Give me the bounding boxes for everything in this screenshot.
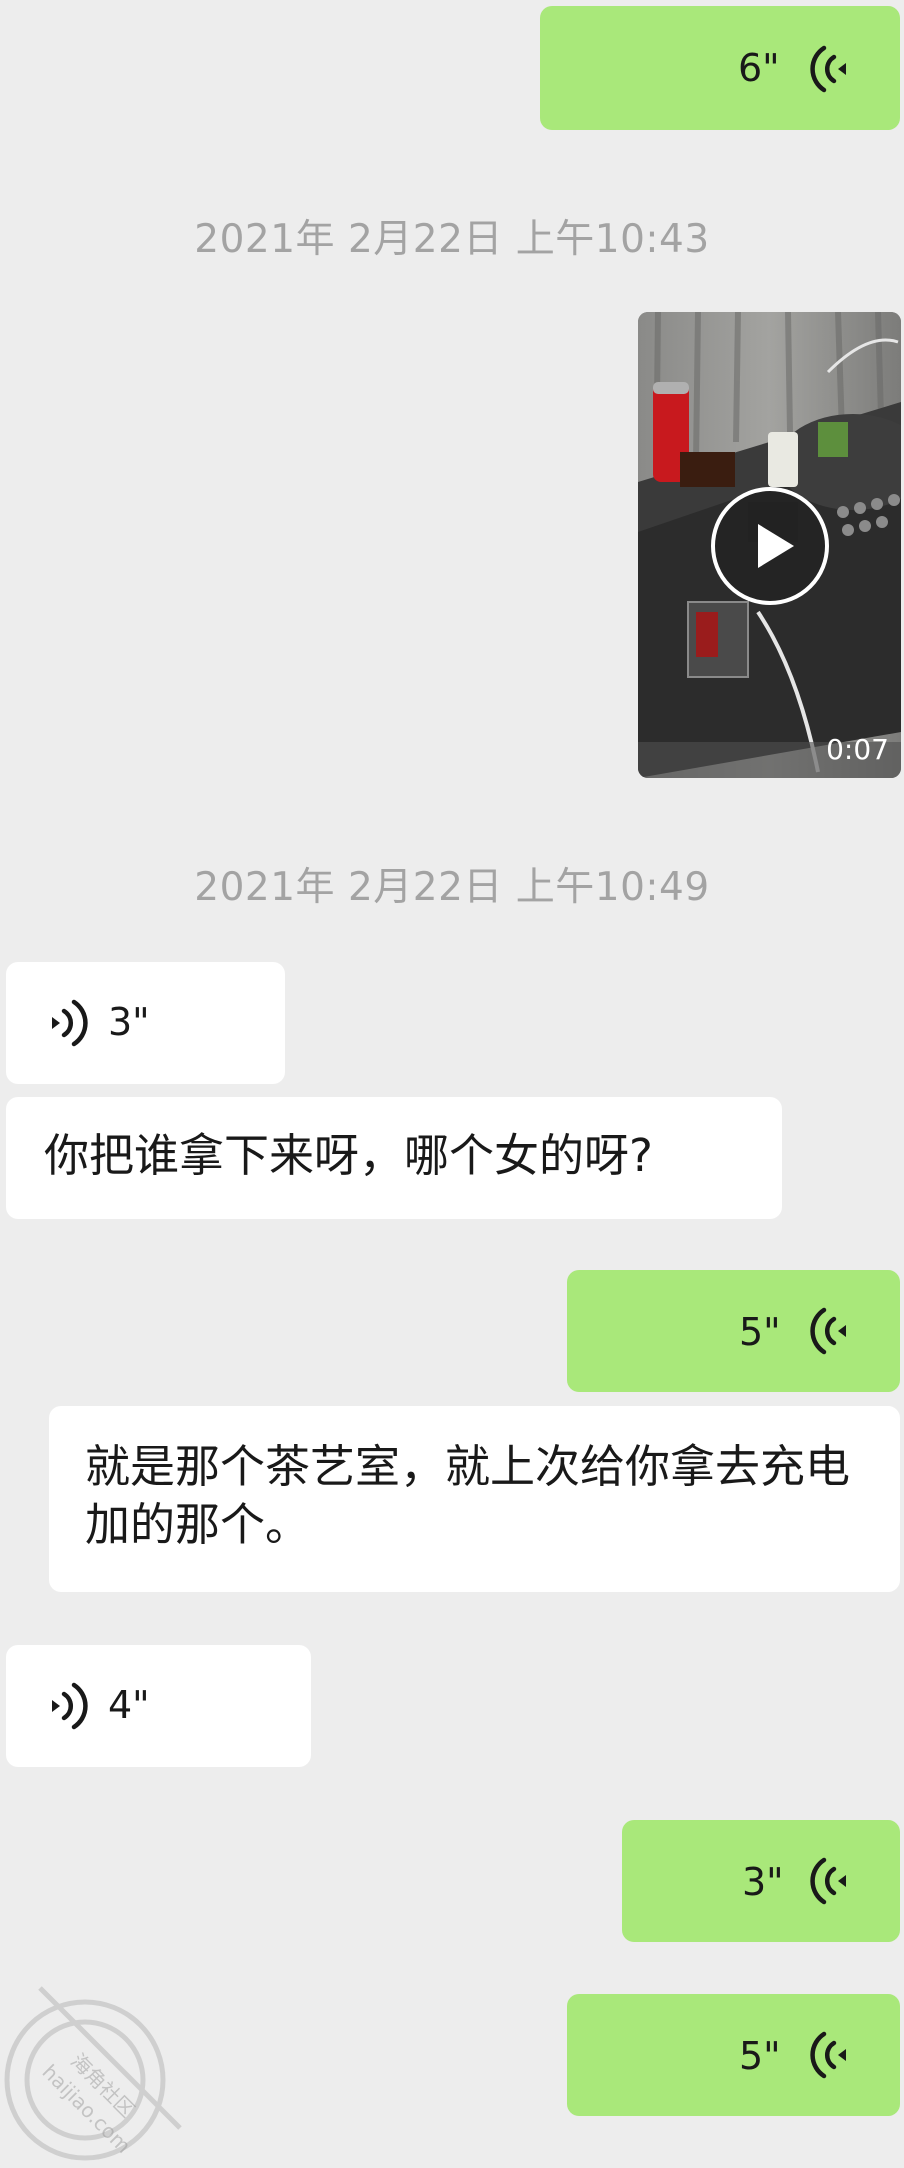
voice-message-out[interactable]: 5": [567, 1270, 900, 1392]
voice-wave-icon: [810, 1857, 846, 1905]
voice-duration: 3": [742, 1860, 784, 1904]
watermark-logo: 海角社区 haijiao.com: [4, 1986, 182, 2161]
voice-message-in[interactable]: 4": [6, 1645, 311, 1767]
text-message-in[interactable]: 就是那个茶艺室，就上次给你拿去充电加的那个。: [49, 1406, 900, 1592]
voice-wave-icon: [810, 2031, 846, 2079]
timestamp: 2021年 2月22日 上午10:43: [194, 217, 710, 262]
voice-duration: 4": [108, 1683, 150, 1727]
play-icon[interactable]: [708, 484, 832, 608]
voice-wave-icon: [810, 1307, 846, 1355]
text-message-in[interactable]: 你把谁拿下来呀，哪个女的呀?: [6, 1097, 782, 1219]
voice-message-in[interactable]: 3": [6, 962, 285, 1084]
voice-duration: 5": [739, 2034, 781, 2078]
message-text: 就是那个茶艺室，就上次给你拿去充电加的那个。: [85, 1440, 851, 1551]
voice-message-out[interactable]: 6": [540, 6, 900, 130]
message-text: 你把谁拿下来呀，哪个女的呀?: [44, 1129, 653, 1182]
voice-duration: 5": [739, 1310, 781, 1354]
voice-duration: 6": [738, 46, 780, 90]
voice-wave-icon: [810, 45, 846, 93]
voice-message-out[interactable]: 5": [567, 1994, 900, 2116]
voice-wave-icon: [52, 999, 88, 1047]
timestamp: 2021年 2月22日 上午10:49: [194, 865, 710, 910]
voice-message-out[interactable]: 3": [622, 1820, 900, 1942]
video-duration: 0:07: [826, 733, 889, 766]
video-message[interactable]: 0:07: [638, 312, 901, 778]
voice-wave-icon: [52, 1682, 88, 1730]
voice-duration: 3": [108, 1000, 150, 1044]
